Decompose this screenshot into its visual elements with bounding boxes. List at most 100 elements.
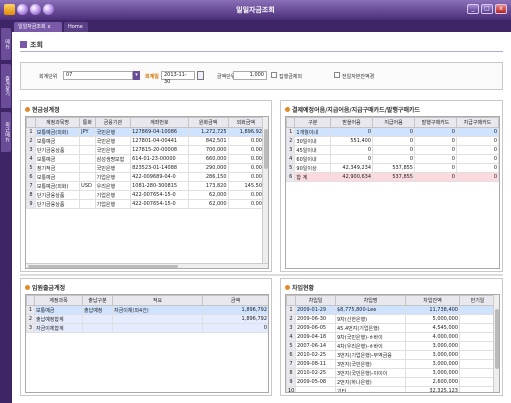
table-cell[interactable]: 1,896.92 [227, 127, 265, 137]
table-cell[interactable]: 614-01-23-00000 [130, 154, 189, 164]
table-cell[interactable]: 2009-06-05 [295, 323, 336, 333]
tab-home[interactable]: Home [64, 22, 88, 32]
table-cell[interactable]: 2010-02-25 [295, 368, 336, 378]
table-cell[interactable]: 0.00 [227, 145, 265, 155]
table-cell[interactable]: 3번지(기업은행)-무역금융 [335, 350, 406, 360]
table-row[interactable]: 9 2009-05-08 2번지(하나은행) 2,600,000 [286, 377, 496, 387]
table-row[interactable]: 5 정기적금 국민은행 823523-01-14088 290,000 0.00 [26, 163, 265, 173]
table-cell[interactable]: 출납예정 [82, 305, 113, 315]
maximize-button[interactable]: □ [481, 4, 493, 14]
table-cell[interactable]: 국민은행 [94, 127, 132, 137]
table-cell[interactable] [459, 341, 496, 351]
table-cell[interactable]: 537,855 [372, 172, 415, 182]
table-row[interactable]: 2 30일이내 551,400 0 0 0 [286, 136, 499, 146]
table-cell[interactable] [112, 314, 203, 324]
table-cell[interactable]: 0 [414, 172, 457, 182]
table-cell[interactable]: 2,600,000 [405, 377, 460, 387]
table-row[interactable]: 2 출납예정합계 1,896,792 [26, 314, 268, 324]
table-cell[interactable]: 2009-04-18 [295, 332, 336, 342]
table-cell[interactable]: 단기금융상품 [34, 199, 81, 209]
table-cell[interactable]: 0 [202, 323, 268, 333]
table-cell[interactable]: $8,775,800-Lee [335, 305, 406, 315]
table-cell[interactable]: 0 [414, 154, 457, 164]
table-cell[interactable]: 90일이상 [294, 163, 332, 173]
column-header[interactable]: 만기일 [459, 295, 496, 306]
table-row[interactable]: 5 2007-06-14 4차(우리은행)-ㅎ바이 3,000,000 [286, 341, 496, 351]
table-cell[interactable]: 45.4번지(기업은행) [335, 323, 406, 333]
table-row[interactable]: 6합 계 42,900,634 537,855 0 0 [286, 172, 499, 182]
table-cell[interactable]: 출납예정합계 [34, 314, 83, 324]
table-cell[interactable] [79, 163, 96, 173]
table-cell[interactable]: 0 [455, 163, 499, 173]
table-cell[interactable]: 0 [330, 154, 374, 164]
column-header[interactable]: 지급구매카드 [455, 117, 499, 128]
table-cell[interactable]: 0 [330, 145, 374, 155]
table-cell[interactable]: 우리은행 [94, 181, 132, 191]
table-cell[interactable]: 4차(우리은행)-ㅎ바이 [335, 341, 406, 351]
table-cell[interactable] [79, 154, 96, 164]
table-cell[interactable]: 3,000,000 [405, 350, 460, 360]
table-row[interactable]: 1 1개월이내 0 0 0 0 [286, 127, 499, 137]
table-cell[interactable]: 보통예금 [34, 305, 83, 315]
scroll-thumb[interactable] [495, 309, 499, 369]
table-cell[interactable] [295, 386, 336, 392]
table-cell[interactable]: 1개월이내 [294, 127, 332, 137]
table-cell[interactable]: 4,545,000 [405, 323, 460, 333]
table-cell[interactable]: 0 [372, 136, 415, 146]
column-header[interactable]: 적요 [112, 295, 203, 306]
table-cell[interactable]: 보통예금 [34, 136, 81, 146]
table-cell[interactable]: 국민은행 [94, 163, 132, 173]
table-cell[interactable] [459, 332, 496, 342]
close-button[interactable]: x [495, 4, 507, 14]
table-cell[interactable]: 기업은행 [94, 172, 132, 182]
table-cell[interactable]: USD [79, 181, 96, 191]
table-cell[interactable] [459, 368, 496, 378]
table-cell[interactable]: 국민은행 [94, 145, 132, 155]
table-cell[interactable]: 0 [372, 154, 415, 164]
table-row[interactable]: 8 2010-02-25 3번지(국민은행)-이이이 3,000,000 [286, 368, 496, 378]
horizontal-scrollbar[interactable] [26, 263, 268, 268]
table-cell[interactable] [459, 305, 496, 315]
table-row[interactable]: 10 기타 32,325,123 [286, 386, 496, 392]
table-row[interactable]: 4 보통예금 삼성생명보험 614-01-23-00000 660,000 0.00 [26, 154, 265, 164]
table-cell[interactable] [459, 323, 496, 333]
table-cell[interactable]: 0.00 [227, 154, 265, 164]
table-cell[interactable]: 정기적금 [34, 163, 81, 173]
table-cell[interactable]: 2009-06-30 [295, 314, 336, 324]
exclude-checkbox[interactable] [271, 72, 277, 78]
table-cell[interactable]: 4,000,000 [405, 332, 460, 342]
table-cell[interactable] [82, 323, 113, 333]
table-cell[interactable]: 62,000 [187, 199, 229, 209]
table-cell[interactable]: 보통예금 [34, 172, 81, 182]
table-cell[interactable]: 합 계 [294, 172, 332, 182]
vertical-scrollbar[interactable] [493, 295, 499, 392]
table-cell[interactable]: 3,000,000 [405, 368, 460, 378]
table-row[interactable]: 2 2009-06-30 9차(신한은행) 5,000,000 [286, 314, 496, 324]
unit-field[interactable]: 1,000 [233, 71, 267, 80]
table-row[interactable]: 3 2009-06-05 45.4번지(기업은행) 4,545,000 [286, 323, 496, 333]
table-cell[interactable]: 2009-08-11 [295, 359, 336, 369]
table-cell[interactable]: 173,820 [187, 181, 229, 191]
table-cell[interactable] [459, 350, 496, 360]
table-cell[interactable]: 2010-02-25 [295, 350, 336, 360]
table-cell[interactable]: 자금이체(외4건) [112, 305, 203, 315]
column-header[interactable]: 통화 [79, 117, 96, 128]
table-cell[interactable]: 9차(국민은행)-ㅎ바이 [335, 332, 406, 342]
table-row[interactable]: 7 2009-08-11 3번지(국민은행) 3,000,000 [286, 359, 496, 369]
table-cell[interactable]: 보통예금(외화) [34, 181, 81, 191]
table-cell[interactable]: 0 [455, 172, 499, 182]
table-cell[interactable] [459, 359, 496, 369]
table-cell[interactable]: 42,900,634 [330, 172, 374, 182]
column-header[interactable]: 원화금액 [187, 117, 229, 128]
column-header[interactable]: 계정과목명 [34, 117, 81, 128]
table-cell[interactable] [79, 190, 96, 200]
table-cell[interactable]: 11,738,400 [405, 305, 460, 315]
table-cell[interactable]: 127801-04-00441 [130, 136, 189, 146]
table-cell[interactable]: 0 [414, 163, 457, 173]
table-cell[interactable]: 290,000 [187, 163, 229, 173]
table-cell[interactable]: 단기금융상품 [34, 190, 81, 200]
table-cell[interactable]: 42,349,234 [330, 163, 374, 173]
table-cell[interactable]: 0 [414, 145, 457, 155]
vertical-scrollbar[interactable] [262, 117, 268, 268]
table-cell[interactable]: JPY [79, 127, 96, 137]
